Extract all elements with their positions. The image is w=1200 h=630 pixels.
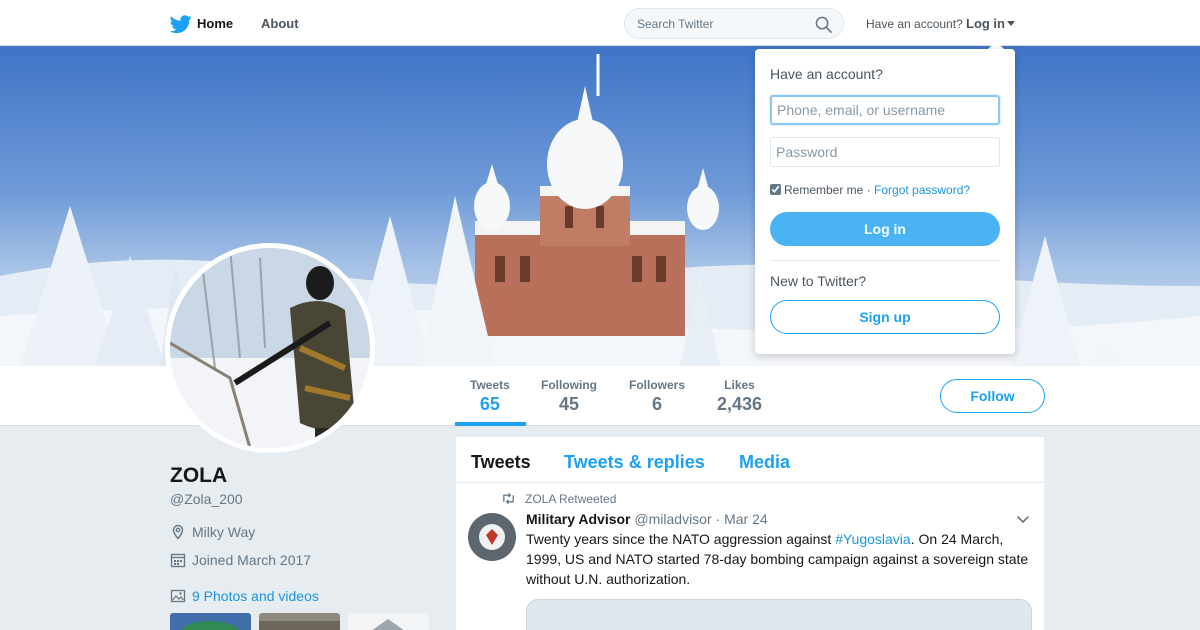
login-button[interactable]: Log in — [770, 212, 1000, 246]
tab-media[interactable]: Media — [739, 452, 790, 473]
tweet-text-part: Twenty years since the NATO aggression a… — [526, 531, 836, 547]
stat-label: Likes — [724, 378, 755, 392]
stat-label: Following — [541, 378, 597, 392]
stat-label: Tweets — [470, 378, 510, 392]
media-thumbnail[interactable] — [170, 613, 251, 630]
remember-me-label[interactable]: Remember me — [784, 183, 863, 197]
search-box[interactable] — [624, 8, 844, 39]
tweet-text: Twenty years since the NATO aggression a… — [526, 529, 1036, 589]
thumbnail-image — [372, 619, 404, 630]
tweet-date[interactable]: · Mar 24 — [716, 511, 768, 527]
stat-value: 45 — [558, 394, 580, 414]
caret-down-icon[interactable] — [1007, 21, 1015, 26]
username-field[interactable] — [770, 95, 1000, 125]
chevron-down-icon[interactable] — [1016, 515, 1030, 524]
photo-icon — [170, 589, 186, 603]
stat-value: 2,436 — [717, 394, 763, 414]
stat-value: 6 — [652, 394, 663, 414]
login-menu-link[interactable]: Log in — [966, 16, 1005, 31]
thumbnail-image — [180, 621, 240, 630]
stat-following[interactable]: Following 45 — [541, 378, 597, 415]
top-nav: Home About Have an account? Log in — [0, 0, 1200, 46]
timeline: Tweets Tweets & replies Media ZOLA Retwe… — [456, 437, 1044, 630]
active-tab-indicator — [455, 422, 526, 426]
twitter-bird-icon[interactable] — [170, 13, 192, 35]
follow-button[interactable]: Follow — [940, 379, 1045, 413]
avatar[interactable] — [165, 243, 375, 453]
location-text: Milky Way — [192, 524, 256, 540]
tab-tweets[interactable]: Tweets — [471, 452, 531, 473]
profile-name: ZOLA — [170, 464, 228, 487]
tab-tweets-replies[interactable]: Tweets & replies — [564, 452, 705, 473]
thumbnail-image — [259, 621, 340, 630]
dropdown-title: Have an account? — [770, 66, 883, 82]
new-to-twitter-text: New to Twitter? — [770, 273, 867, 289]
calendar-icon — [170, 553, 186, 568]
password-field[interactable] — [770, 137, 1000, 167]
photos-videos-link[interactable]: 9 Photos and videos — [192, 588, 319, 604]
divider — [770, 260, 1000, 261]
nav-home-link[interactable]: Home — [197, 16, 233, 31]
stat-likes[interactable]: Likes 2,436 — [717, 378, 762, 415]
avatar-image — [468, 513, 516, 561]
avatar-image — [170, 248, 370, 448]
media-thumbnail[interactable] — [348, 613, 429, 630]
hashtag-link[interactable]: #Yugoslavia — [835, 531, 911, 547]
retweet-icon — [503, 492, 514, 505]
search-input[interactable] — [637, 15, 807, 33]
remember-me-checkbox[interactable] — [770, 184, 781, 195]
separator-text: · — [863, 183, 875, 197]
stat-label: Followers — [629, 378, 686, 392]
location-pin-icon — [172, 524, 184, 540]
stat-tweets[interactable]: Tweets 65 — [470, 378, 510, 415]
remember-row: Remember me · Forgot password? — [770, 183, 970, 197]
forgot-password-link[interactable]: Forgot password? — [874, 183, 970, 197]
tweet-header: Military Advisor @miladvisor · Mar 24 — [526, 511, 768, 527]
stat-followers[interactable]: Followers 6 — [629, 378, 685, 415]
retweeted-by-text[interactable]: ZOLA Retweeted — [525, 492, 616, 506]
have-account-text: Have an account? — [866, 17, 963, 31]
tweet-author-handle[interactable]: @miladvisor — [634, 511, 711, 527]
joined-text: Joined March 2017 — [192, 552, 312, 568]
media-thumbnail[interactable] — [259, 613, 340, 630]
login-dropdown: Have an account? Remember me · Forgot pa… — [755, 49, 1015, 354]
tweet-media-card[interactable] — [526, 599, 1032, 630]
tweet-author-name[interactable]: Military Advisor — [526, 511, 631, 527]
timeline-tabs: Tweets Tweets & replies Media — [456, 437, 1044, 483]
search-icon[interactable] — [815, 16, 832, 33]
profile-handle[interactable]: @Zola_200 — [170, 491, 243, 507]
stat-value: 65 — [479, 394, 500, 414]
nav-about-link[interactable]: About — [261, 16, 299, 31]
tweet-author-avatar[interactable] — [468, 513, 516, 561]
signup-button[interactable]: Sign up — [770, 300, 1000, 334]
